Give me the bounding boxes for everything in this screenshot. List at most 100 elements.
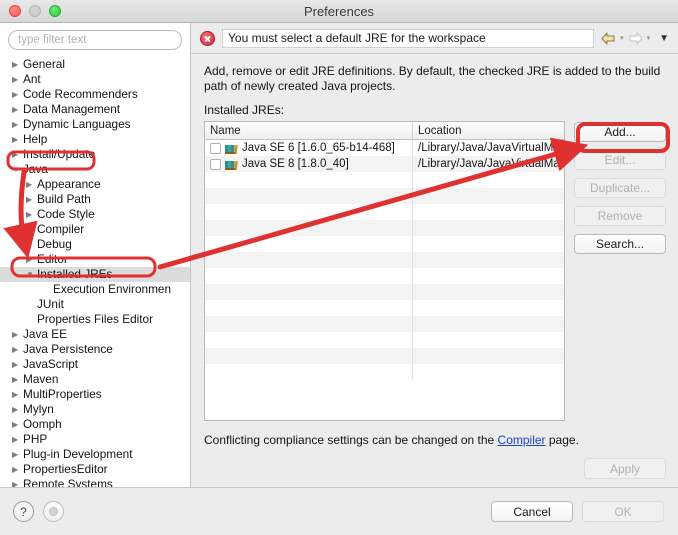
sidebar-item-label: General <box>23 57 65 71</box>
sidebar-item-appearance[interactable]: ▶ Appearance <box>0 177 190 192</box>
sidebar-item-label: Remote Systems <box>23 477 113 487</box>
sidebar-item-multiproperties[interactable]: ▶ MultiProperties <box>0 387 190 402</box>
twisty-collapsed-icon[interactable]: ▶ <box>12 87 23 102</box>
window-body: ▶General▶Ant▶Code Recommenders▶Data Mana… <box>0 23 678 487</box>
ok-button[interactable]: OK <box>582 501 664 522</box>
sidebar-item-label: Code Recommenders <box>23 87 138 101</box>
sidebar-item-build-path[interactable]: ▶ Build Path <box>0 192 190 207</box>
twisty-collapsed-icon[interactable]: ▶ <box>26 237 37 252</box>
sidebar-item-code-style[interactable]: ▶ Code Style <box>0 207 190 222</box>
filter-input[interactable] <box>8 30 182 50</box>
minimize-button[interactable] <box>29 5 41 17</box>
sidebar-item-install-update[interactable]: ▶ Install/Update <box>0 147 190 162</box>
twisty-collapsed-icon[interactable]: ▶ <box>12 462 23 477</box>
twisty-collapsed-icon[interactable]: ▶ <box>12 132 23 147</box>
sidebar-item-editor[interactable]: ▶ Editor <box>0 252 190 267</box>
sidebar-item-php[interactable]: ▶ PHP <box>0 432 190 447</box>
cancel-button[interactable]: Cancel <box>491 501 573 522</box>
preferences-dot-icon[interactable] <box>43 501 64 522</box>
sidebar-item-data-management[interactable]: ▶ Data Management <box>0 102 190 117</box>
sidebar-item-label: Compiler <box>37 222 85 236</box>
sidebar-item-execution-environmen[interactable]: Execution Environmen <box>0 282 190 297</box>
back-dropdown-caret[interactable]: ▾ <box>618 34 626 42</box>
twisty-collapsed-icon[interactable]: ▶ <box>12 57 23 72</box>
sidebar-item-plug-in-development[interactable]: ▶ Plug-in Development <box>0 447 190 462</box>
menu-caret-icon[interactable]: ▼ <box>654 33 671 44</box>
sidebar-item-compiler[interactable]: ▶ Compiler <box>0 222 190 237</box>
sidebar-item-maven[interactable]: ▶ Maven <box>0 372 190 387</box>
twisty-collapsed-icon[interactable]: ▶ <box>12 147 23 162</box>
twisty-collapsed-icon[interactable]: ▶ <box>12 357 23 372</box>
twisty-collapsed-icon[interactable]: ▶ <box>12 417 23 432</box>
twisty-collapsed-icon[interactable]: ▶ <box>12 477 23 487</box>
twisty-collapsed-icon[interactable]: ▶ <box>12 447 23 462</box>
sidebar-item-junit[interactable]: JUnit <box>0 297 190 312</box>
cell-name <box>205 364 413 380</box>
twisty-expanded-icon[interactable]: ▼ <box>12 162 23 177</box>
twisty-collapsed-icon[interactable]: ▶ <box>26 222 37 237</box>
filter-area <box>0 23 190 56</box>
sidebar-item-label: Properties Files Editor <box>37 312 154 326</box>
sidebar-item-code-recommenders[interactable]: ▶ Code Recommenders <box>0 87 190 102</box>
close-button[interactable] <box>9 5 21 17</box>
apply-button[interactable]: Apply <box>584 458 666 479</box>
twisty-collapsed-icon[interactable]: ▶ <box>12 102 23 117</box>
sidebar-item-ant[interactable]: ▶ Ant <box>0 72 190 87</box>
sidebar-item-propertieseditor[interactable]: ▶ PropertiesEditor <box>0 462 190 477</box>
sidebar-item-help[interactable]: ▶ Help <box>0 132 190 147</box>
sidebar-item-label: Dynamic Languages <box>23 117 131 131</box>
jre-action-buttons: Add... Edit... Duplicate... Remove Search... <box>574 121 666 421</box>
twisty-collapsed-icon[interactable]: ▶ <box>12 387 23 402</box>
twisty-collapsed-icon[interactable]: ▶ <box>12 402 23 417</box>
twisty-collapsed-icon[interactable]: ▶ <box>12 432 23 447</box>
sidebar-item-remote-systems[interactable]: ▶ Remote Systems <box>0 477 190 487</box>
twisty-collapsed-icon[interactable]: ▶ <box>12 372 23 387</box>
column-header-name[interactable]: Name <box>205 122 413 139</box>
preferences-tree[interactable]: ▶ General ▶ Ant ▶ Code Recommenders ▶ Data Mana… <box>0 56 190 487</box>
twisty-collapsed-icon[interactable]: ▶ <box>12 342 23 357</box>
sidebar-item-mylyn[interactable]: ▶ Mylyn <box>0 402 190 417</box>
sidebar-item-oomph[interactable]: ▶ Oomph <box>0 417 190 432</box>
sidebar-item-properties-files-editor[interactable]: Properties Files Editor <box>0 312 190 327</box>
help-icon[interactable]: ? <box>13 501 34 522</box>
edit-button[interactable]: Edit... <box>574 150 666 170</box>
table-row[interactable]: Java SE 8 [1.8.0_40] /Library/Java/JavaVi… <box>205 156 564 172</box>
twisty-collapsed-icon[interactable]: ▶ <box>26 252 37 267</box>
error-icon <box>200 30 215 46</box>
twisty-collapsed-icon[interactable]: ▶ <box>26 177 37 192</box>
sidebar-item-label: JavaScript <box>23 357 79 371</box>
twisty-collapsed-icon[interactable]: ▶ <box>12 72 23 87</box>
forward-dropdown-caret[interactable]: ▾ <box>645 34 653 42</box>
twisty-collapsed-icon[interactable]: ▶ <box>12 117 23 132</box>
zoom-button[interactable] <box>49 5 61 17</box>
installed-jres-panel: Add, remove or edit JRE definitions. By … <box>191 54 678 487</box>
installed-jres-table[interactable]: Name Location Java SE 6 [1.6.0_65-b14-46… <box>204 121 565 421</box>
add-button[interactable]: Add... <box>574 122 666 142</box>
jre-name: Java SE 8 [1.8.0_40] <box>242 158 349 170</box>
table-row <box>205 332 564 348</box>
sidebar-item-general[interactable]: ▶ General <box>0 57 190 72</box>
sidebar-item-label: PHP <box>23 432 48 446</box>
sidebar-item-java[interactable]: ▼ Java <box>0 162 190 177</box>
twisty-collapsed-icon[interactable]: ▶ <box>26 207 37 222</box>
cell-name <box>205 188 413 204</box>
sidebar-item-java-persistence[interactable]: ▶ Java Persistence <box>0 342 190 357</box>
twisty-collapsed-icon[interactable]: ▶ <box>26 192 37 207</box>
twisty-expanded-icon[interactable]: ▼ <box>26 267 37 282</box>
duplicate-button[interactable]: Duplicate... <box>574 178 666 198</box>
sidebar-item-dynamic-languages[interactable]: ▶ Dynamic Languages <box>0 117 190 132</box>
search-button[interactable]: Search... <box>574 234 666 254</box>
back-arrow-icon[interactable] <box>601 32 616 45</box>
jre-checkbox[interactable] <box>210 158 221 170</box>
jre-checkbox[interactable] <box>210 142 221 154</box>
sidebar-item-installed-jres[interactable]: ▼ Installed JREs <box>0 267 190 282</box>
sidebar-item-java-ee[interactable]: ▶ Java EE <box>0 327 190 342</box>
table-row[interactable]: Java SE 6 [1.6.0_65-b14-468] /Library/Jav… <box>205 140 564 156</box>
dialog-bottom-bar: ? Cancel OK <box>0 487 678 535</box>
compiler-link[interactable]: Compiler <box>498 433 546 447</box>
twisty-collapsed-icon[interactable]: ▶ <box>12 327 23 342</box>
sidebar-item-javascript[interactable]: ▶ JavaScript <box>0 357 190 372</box>
column-header-location[interactable]: Location <box>413 122 564 139</box>
sidebar-item-debug[interactable]: ▶ Debug <box>0 237 190 252</box>
remove-button[interactable]: Remove <box>574 206 666 226</box>
